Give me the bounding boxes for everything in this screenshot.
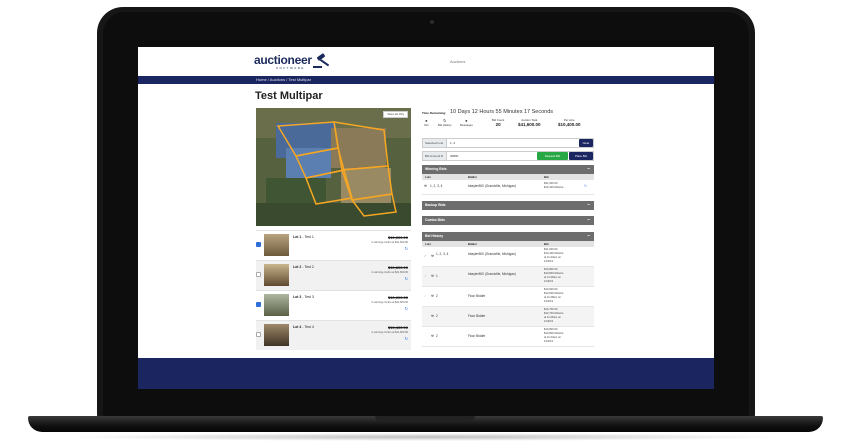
- lot-combo-note: in winning combo at $41,600.00: [371, 241, 408, 244]
- laptop-screen: auctioneer SOFTWARE Auctions Home / Auct…: [138, 47, 714, 389]
- lot-checkbox[interactable]: [256, 272, 261, 277]
- lot-combo-note: in winning combo at $41,600.00: [371, 301, 408, 304]
- gavel-icon: ⚒: [424, 184, 427, 188]
- table-row: ⚒ 1, 2, 3, 4 bbayter500 (Grandville, Mic…: [422, 180, 594, 195]
- collapse-icon[interactable]: –: [587, 201, 590, 210]
- webcam-icon: [430, 20, 434, 24]
- lot-thumbnail[interactable]: [264, 234, 289, 256]
- lot-title: Lot 1 - Test 1: [293, 235, 314, 239]
- breadcrumb[interactable]: Home / Auctions / Test Multipar: [256, 77, 311, 82]
- lot-title: Lot 2 - Test 2: [293, 265, 314, 269]
- lot-combo-note: in winning combo at $41,600.00: [371, 271, 408, 274]
- lot-title: Lot 3 - Test 3: [293, 295, 314, 299]
- lot-thumbnail[interactable]: [264, 264, 289, 286]
- lot-price: $10,600.00: [387, 295, 408, 300]
- bid-amount-input[interactable]: 20800: [450, 152, 458, 160]
- site-logo[interactable]: auctioneer: [254, 53, 312, 67]
- gavel-icon: ⚒: [431, 254, 434, 258]
- site-footer: [138, 358, 714, 389]
- product-mockup: auctioneer SOFTWARE Auctions Home / Auct…: [0, 0, 851, 443]
- table-row: ⚒ 2 Floor Bidder $10,700.00 $10,700.00/a…: [422, 307, 594, 327]
- history-icon[interactable]: ↻: [405, 306, 408, 311]
- combo-bids-header[interactable]: Combo Bids –: [422, 216, 594, 225]
- parcel-map[interactable]: View Lots Only: [256, 108, 411, 226]
- laptop-shadow: [60, 433, 790, 441]
- parcel-map-image: [256, 108, 411, 226]
- lot-price: $10,800.00: [387, 265, 408, 270]
- lot-checkbox[interactable]: [256, 332, 261, 337]
- info-button[interactable]: ● Info: [424, 118, 429, 127]
- time-remaining-value: 10 Days 12 Hours 55 Minutes 17 Seconds: [450, 109, 554, 115]
- check-icon: ✓: [424, 274, 427, 278]
- lot-row[interactable]: Lot 4 - Test 4 $10,400.00 in winning com…: [256, 320, 411, 350]
- lot-price: $10,600.00: [387, 235, 408, 240]
- lot-checkbox[interactable]: [256, 302, 261, 307]
- breadcrumb-bar: Home / Auctions / Test Multipar: [138, 76, 714, 84]
- clear-button[interactable]: Clear: [579, 139, 593, 147]
- selected-lots-field: Selected Lots 1, 2 Clear: [422, 138, 594, 148]
- gavel-icon: [313, 53, 330, 68]
- site-logo-subtitle: SOFTWARE: [276, 66, 305, 70]
- messages-button[interactable]: ● Messages: [460, 118, 473, 127]
- site-header: auctioneer SOFTWARE Auctions: [138, 47, 714, 76]
- lot-checkbox[interactable]: [256, 242, 261, 247]
- gavel-icon: ⚒: [431, 294, 434, 298]
- time-remaining: Time Remaining: 10 Days 12 Hours 55 Minu…: [422, 108, 594, 118]
- lot-combo-note: in winning combo at $41,600.00: [371, 331, 408, 334]
- table-row: ✓ ⚒ 1 bbayter500 (Grandville, Michigan) …: [422, 267, 594, 287]
- collapse-icon[interactable]: –: [587, 165, 590, 174]
- history-icon[interactable]: ↻: [405, 336, 408, 341]
- history-icon[interactable]: ↻: [405, 276, 408, 281]
- collapse-icon[interactable]: –: [587, 232, 590, 241]
- selected-lots-label: Selected Lots: [423, 139, 447, 147]
- lot-row[interactable]: Lot 3 - Test 3 $10,600.00 in winning com…: [256, 290, 411, 320]
- request-bid-button[interactable]: Request Bid: [537, 152, 568, 160]
- table-row: ✓ ⚒ 1, 2, 3, 4 bbayter500 (Grandville, M…: [422, 247, 594, 267]
- winning-bids-header[interactable]: Winning Bids –: [422, 165, 594, 174]
- history-icon[interactable]: ↻: [405, 246, 408, 251]
- lot-title: Lot 4 - Test 4: [293, 325, 314, 329]
- bid-history-button[interactable]: ↻ Bid History: [438, 118, 452, 127]
- lot-thumbnail[interactable]: [264, 294, 289, 316]
- place-bid-button[interactable]: Place Bid: [569, 152, 593, 160]
- check-icon: ✓: [424, 294, 427, 298]
- page-title: Test Multipar: [255, 90, 323, 102]
- bid-history-header[interactable]: Bid History –: [422, 232, 594, 241]
- table-row: ⚒ 2 Floor Bidder $10,800.00 $10,800.00/a…: [422, 327, 594, 347]
- bid-amount-field: Bid Amount $ 20800 Request Bid Place Bid: [422, 151, 594, 161]
- time-remaining-label: Time Remaining:: [422, 111, 447, 115]
- lot-row[interactable]: Lot 2 - Test 2 $10,800.00 in winning com…: [256, 260, 411, 290]
- backup-bids-header[interactable]: Backup Bids –: [422, 201, 594, 210]
- gavel-icon: ⚒: [431, 334, 434, 338]
- per-acre: Per Acre $10,400.00: [558, 118, 581, 127]
- lot-price: $10,400.00: [387, 325, 408, 330]
- history-icon[interactable]: ↻: [584, 184, 587, 188]
- selected-lots-value[interactable]: 1, 2: [450, 139, 455, 147]
- auction-stats: ● Info ↻ Bid History ● Messages Bid Coun…: [422, 118, 594, 134]
- table-row: ✓ ⚒ 2 Floor Bidder $10,600.00 $10,600.00…: [422, 287, 594, 307]
- auction-total: Auction Total $41,600.00: [518, 118, 541, 127]
- gavel-icon: ⚒: [431, 274, 434, 278]
- laptop-notch: [375, 416, 475, 421]
- nav-auctions-link[interactable]: Auctions: [450, 59, 465, 64]
- collapse-icon[interactable]: –: [587, 216, 590, 225]
- lot-thumbnail[interactable]: [264, 324, 289, 346]
- gavel-icon: ⚒: [431, 314, 434, 318]
- lot-row[interactable]: Lot 1 - Test 1 $10,600.00 in winning com…: [256, 230, 411, 260]
- bid-count: Bid Count 20: [492, 118, 505, 127]
- view-lots-button[interactable]: View Lots Only: [383, 111, 408, 118]
- check-icon: ✓: [424, 254, 427, 258]
- bid-amount-label: Bid Amount $: [423, 152, 447, 160]
